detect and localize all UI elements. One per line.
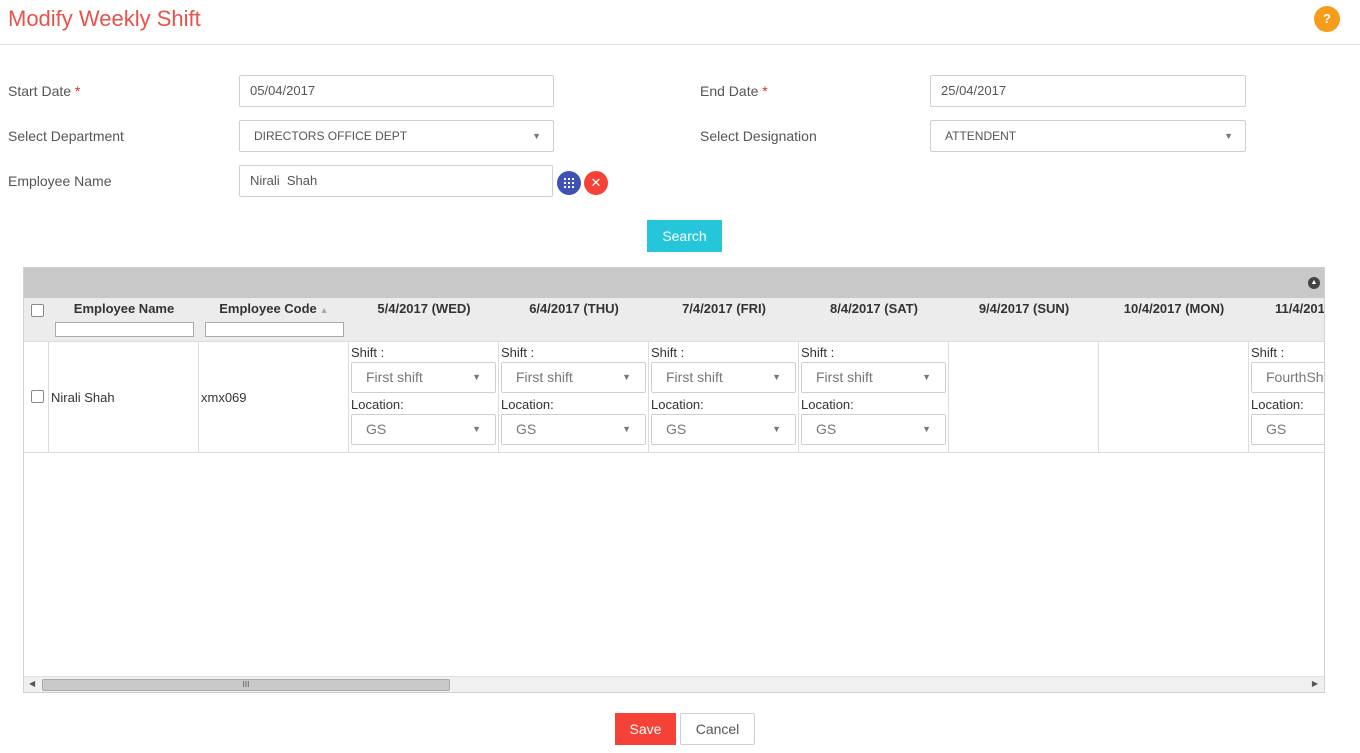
column-employee-code[interactable]: Employee Code ▲	[199, 298, 349, 322]
employee-name-label: Employee Name	[8, 173, 112, 189]
shift-label: Shift :	[801, 345, 835, 360]
list-icon	[564, 178, 574, 188]
column-day-1[interactable]: 5/4/2017 (WED)	[349, 298, 499, 322]
employee-code-cell: xmx069	[201, 390, 247, 405]
shift-select-day-2[interactable]: First shift ▼	[501, 362, 646, 393]
location-select-day-2[interactable]: GS ▼	[501, 414, 646, 445]
employee-name-input[interactable]: Nirali Shah	[239, 165, 553, 197]
grid-caption: ▲	[24, 268, 1324, 298]
shift-select-day-1[interactable]: First shift ▼	[351, 362, 496, 393]
designation-select[interactable]: ATTENDENT ▼	[930, 120, 1246, 152]
chevron-down-icon: ▼	[922, 372, 931, 382]
collapse-icon[interactable]: ▲	[1308, 277, 1320, 289]
shift-select-day-4[interactable]: First shift ▼	[801, 362, 946, 393]
shift-select-day-7[interactable]: FourthShift	[1251, 362, 1324, 393]
end-date-label: End Date *	[700, 83, 768, 99]
chevron-down-icon: ▼	[922, 424, 931, 434]
title-bar: Modify Weekly Shift ?	[0, 0, 1360, 45]
cancel-button[interactable]: Cancel	[680, 713, 755, 745]
chevron-down-icon: ▼	[622, 424, 631, 434]
column-day-7[interactable]: 11/4/2017 (TUE)	[1275, 298, 1324, 322]
employee-list-button[interactable]	[557, 171, 581, 195]
chevron-down-icon: ▼	[1224, 131, 1233, 141]
employee-name-filter[interactable]	[55, 322, 194, 337]
location-label: Location:	[801, 397, 854, 412]
location-label: Location:	[1251, 397, 1304, 412]
chevron-down-icon: ▼	[472, 372, 481, 382]
employee-name-cell: Nirali Shah	[51, 390, 115, 405]
designation-value: ATTENDENT	[945, 129, 1017, 143]
chevron-down-icon: ▼	[622, 372, 631, 382]
location-select-day-7[interactable]: GS	[1251, 414, 1324, 445]
location-label: Location:	[651, 397, 704, 412]
grid-header: Employee Name Employee Code ▲ 5/4/2017 (W…	[24, 298, 1324, 342]
column-day-3[interactable]: 7/4/2017 (FRI)	[649, 298, 799, 322]
clear-employee-button[interactable]: ✕	[584, 171, 608, 195]
start-date-input[interactable]: 05/04/2017	[239, 75, 554, 107]
column-day-2[interactable]: 6/4/2017 (THU)	[499, 298, 649, 322]
sort-icon: ▲	[319, 305, 329, 315]
scroll-right-icon[interactable]: ▶	[1312, 679, 1318, 688]
end-date-input[interactable]: 25/04/2017	[930, 75, 1246, 107]
department-value: DIRECTORS OFFICE DEPT	[254, 129, 408, 143]
chevron-down-icon: ▼	[532, 131, 541, 141]
location-label: Location:	[501, 397, 554, 412]
scroll-left-icon[interactable]: ◀	[29, 679, 35, 688]
row-checkbox[interactable]	[31, 390, 44, 403]
shift-grid: ▲ Employee Name Employee Code ▲ 5/4/2017 …	[23, 267, 1325, 693]
employee-code-filter[interactable]	[205, 322, 344, 337]
close-icon: ✕	[590, 175, 602, 190]
shift-select-day-3[interactable]: First shift ▼	[651, 362, 796, 393]
chevron-down-icon: ▼	[772, 424, 781, 434]
start-date-label: Start Date *	[8, 83, 81, 99]
designation-label: Select Designation	[700, 128, 817, 144]
location-label: Location:	[351, 397, 404, 412]
page-title: Modify Weekly Shift	[8, 6, 201, 31]
column-day-6[interactable]: 10/4/2017 (MON)	[1099, 298, 1249, 322]
select-all-checkbox[interactable]	[31, 304, 44, 317]
department-select[interactable]: DIRECTORS OFFICE DEPT ▼	[239, 120, 554, 152]
location-select-day-3[interactable]: GS ▼	[651, 414, 796, 445]
shift-label: Shift :	[1251, 345, 1285, 360]
chevron-down-icon: ▼	[772, 372, 781, 382]
shift-label: Shift :	[501, 345, 535, 360]
column-day-4[interactable]: 8/4/2017 (SAT)	[799, 298, 949, 322]
save-button[interactable]: Save	[615, 713, 676, 745]
shift-label: Shift :	[351, 345, 385, 360]
location-select-day-1[interactable]: GS ▼	[351, 414, 496, 445]
department-label: Select Department	[8, 128, 124, 144]
help-button[interactable]: ?	[1314, 6, 1340, 32]
shift-label: Shift :	[651, 345, 685, 360]
table-row: Nirali Shah xmx069 Shift : First shift ▼ …	[24, 342, 1324, 453]
column-day-5[interactable]: 9/4/2017 (SUN)	[949, 298, 1099, 322]
horizontal-scrollbar[interactable]: ◀ III ▶	[24, 676, 1324, 692]
column-employee-name[interactable]: Employee Name	[49, 298, 199, 322]
chevron-down-icon: ▼	[472, 424, 481, 434]
scroll-thumb[interactable]: III	[42, 679, 450, 691]
search-button[interactable]: Search	[647, 220, 722, 252]
location-select-day-4[interactable]: GS ▼	[801, 414, 946, 445]
